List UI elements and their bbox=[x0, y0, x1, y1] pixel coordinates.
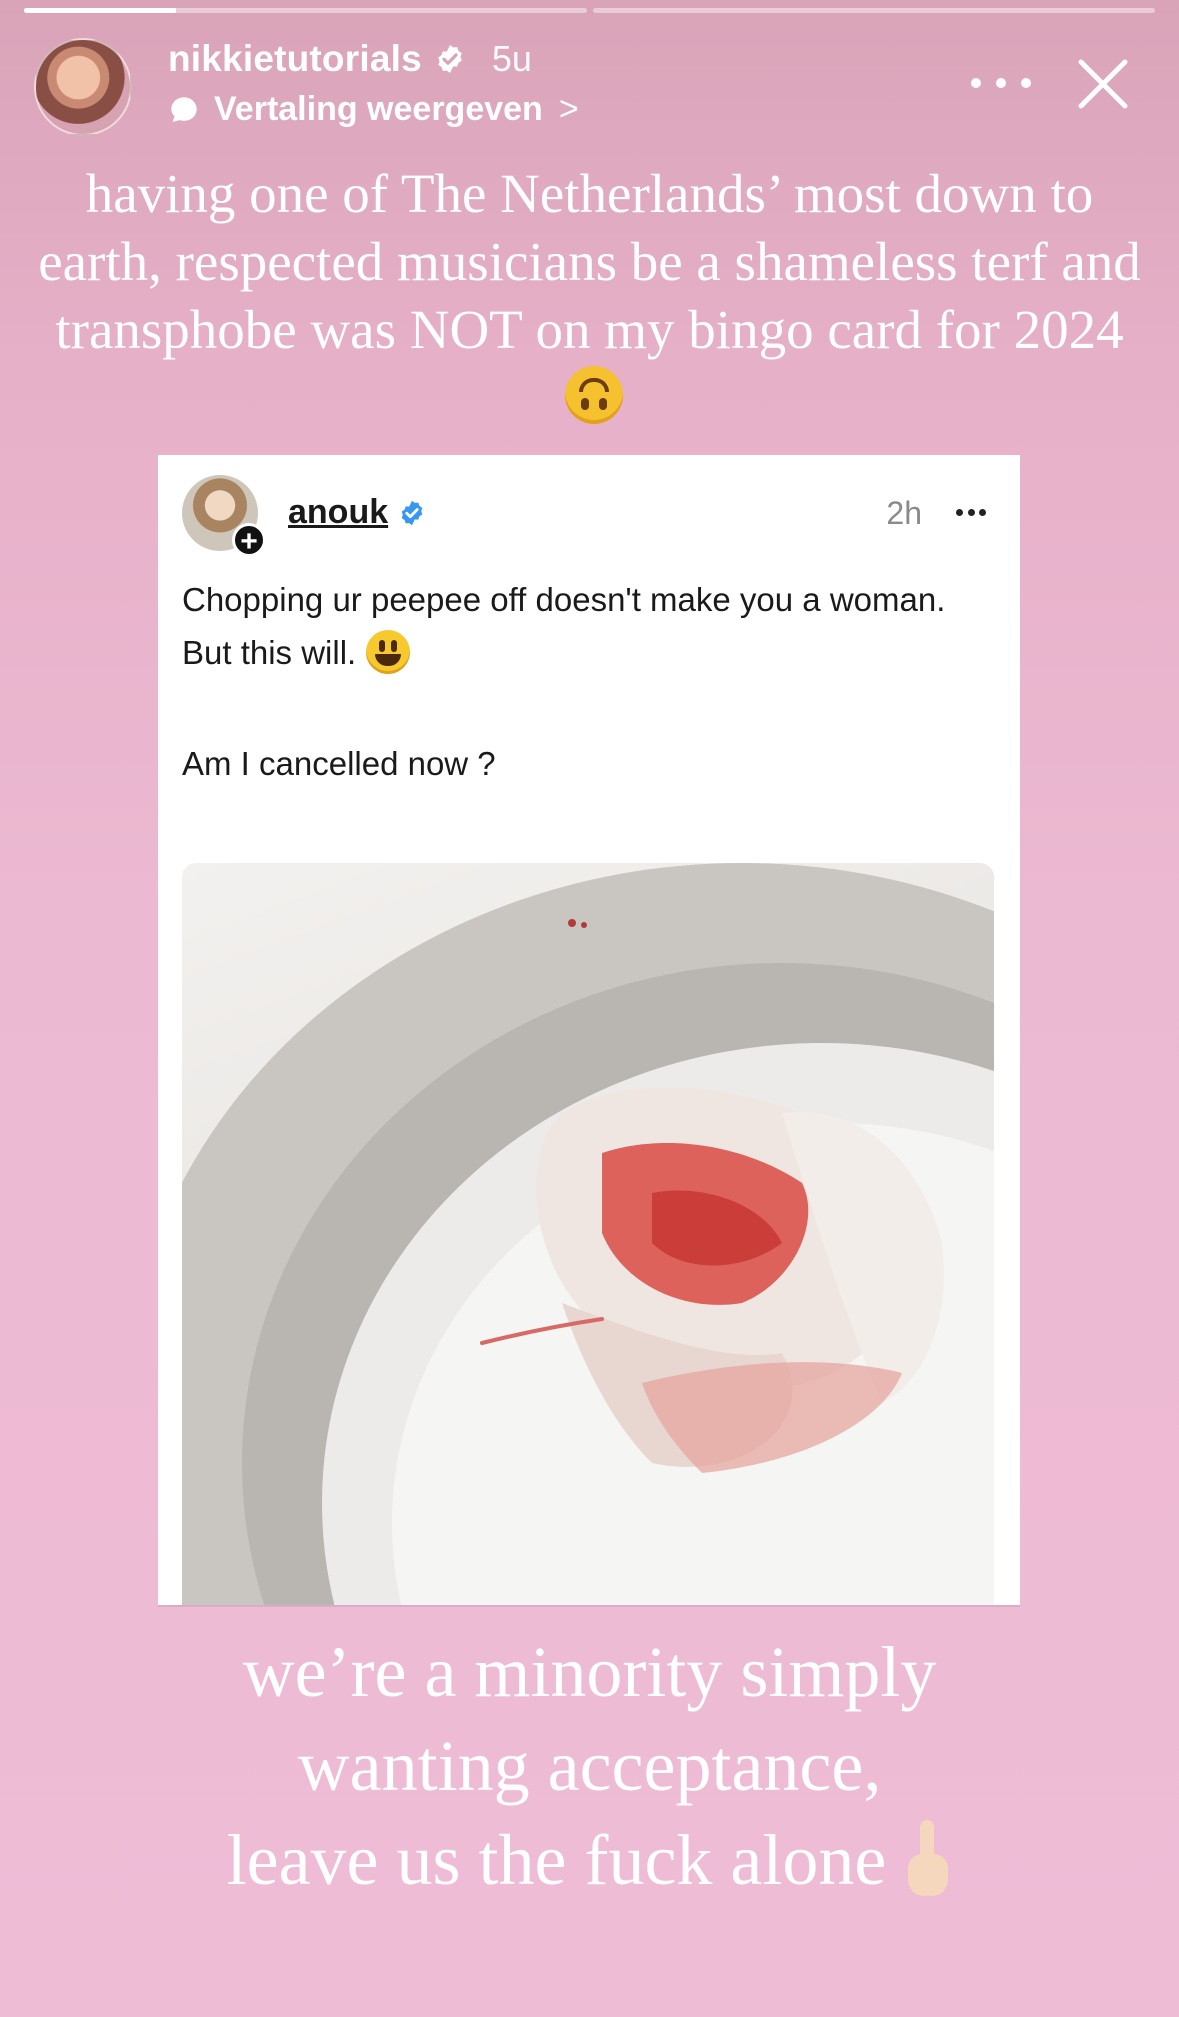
translate-button[interactable]: Vertaling weergeven > bbox=[168, 90, 579, 129]
close-icon[interactable] bbox=[1073, 54, 1133, 114]
story-header: nikkietutorials 5u Vertaling weergeven > bbox=[34, 36, 1155, 136]
caption-bottom: we’re a minority simply wanting acceptan… bbox=[30, 1625, 1149, 1907]
chevron-right-icon: > bbox=[558, 90, 579, 128]
story-progress bbox=[24, 8, 1155, 13]
story-progress-segment bbox=[24, 8, 587, 13]
post-timestamp: 2h bbox=[886, 495, 922, 531]
story-progress-fill bbox=[24, 8, 176, 13]
caption-top-text: having one of The Netherlands’ most down… bbox=[38, 163, 1141, 360]
username[interactable]: nikkietutorials bbox=[168, 38, 422, 80]
caption-bottom-line-with-emoji: leave us the fuck alone bbox=[30, 1813, 1149, 1907]
post-user-row: anouk bbox=[288, 493, 426, 532]
avatar[interactable] bbox=[34, 38, 132, 136]
caption-top: having one of The Netherlands’ most down… bbox=[30, 160, 1149, 432]
post-time: 5u bbox=[491, 38, 532, 79]
follow-plus-icon[interactable]: + bbox=[232, 523, 266, 558]
story-progress-segment bbox=[592, 8, 1155, 13]
reshared-post-card[interactable]: + anouk 2h Chopping ur peepee off doesn'… bbox=[158, 455, 1020, 1605]
post-line: Chopping ur peepee off doesn't make you … bbox=[182, 581, 946, 618]
post-line-with-emoji: But this will. bbox=[182, 626, 962, 679]
post-photo bbox=[182, 863, 994, 1605]
translate-label: Vertaling weergeven bbox=[214, 90, 543, 128]
toilet-photo-illustration bbox=[182, 863, 994, 1605]
middle-finger-emoji-icon bbox=[904, 1816, 952, 1896]
speech-bubble-icon bbox=[171, 96, 197, 122]
username-row: nikkietutorials 5u bbox=[168, 38, 532, 80]
verified-badge-icon bbox=[401, 500, 423, 525]
caption-bottom-line: wanting acceptance, bbox=[297, 1726, 882, 1806]
post-question: Am I cancelled now ? bbox=[182, 745, 496, 782]
caption-bottom-line: leave us the fuck alone bbox=[226, 1820, 887, 1900]
caption-bottom-line: we’re a minority simply bbox=[242, 1632, 937, 1712]
more-options-icon[interactable] bbox=[971, 68, 1031, 98]
post-username[interactable]: anouk bbox=[288, 493, 388, 532]
post-body: Chopping ur peepee off doesn't make you … bbox=[182, 573, 962, 790]
upside-down-face-emoji-icon bbox=[564, 366, 623, 424]
post-more-options-icon[interactable] bbox=[956, 509, 986, 517]
post-line: But this will. bbox=[182, 634, 357, 671]
verified-badge-icon bbox=[438, 45, 462, 73]
smiley-emoji-icon bbox=[366, 630, 411, 674]
